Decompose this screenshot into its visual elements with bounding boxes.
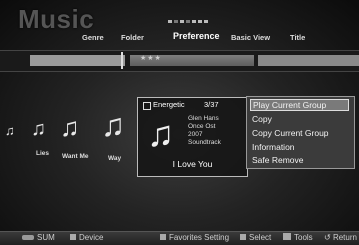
preference-segment[interactable]	[30, 55, 125, 66]
favorites-label: Favorites Setting	[169, 233, 230, 242]
card-song-title: I Love You	[172, 159, 213, 169]
card-year: 2007	[188, 131, 203, 138]
page-dot	[186, 20, 190, 23]
select-button[interactable]: Select	[240, 233, 271, 242]
device-button[interactable]: Device	[70, 233, 103, 242]
music-screen: Music Genre Folder Preference Basic View…	[0, 0, 359, 245]
menu-item-copy-current-group[interactable]: Copy Current Group	[250, 127, 349, 139]
rating-stars: ★★★	[140, 55, 162, 62]
device-icon	[70, 234, 76, 240]
page-dot	[168, 20, 172, 23]
card-count: 3/37	[204, 100, 219, 109]
menu-item-play-current-group[interactable]: Play Current Group	[250, 99, 349, 111]
device-label: Device	[79, 233, 104, 242]
menu-item-safe-remove[interactable]: Safe Remove	[250, 154, 349, 166]
tools-label: Tools	[294, 233, 313, 242]
favorites-setting-button[interactable]: Favorites Setting	[160, 233, 229, 242]
strip-marker	[121, 52, 123, 69]
menu-item-copy[interactable]: Copy	[250, 113, 349, 125]
album-label: Want Me	[62, 153, 89, 160]
album-label: Lies	[36, 150, 50, 157]
app-title: Music	[18, 4, 95, 34]
page-dot	[198, 20, 202, 23]
page-dot	[180, 20, 184, 23]
preference-segment[interactable]	[258, 55, 359, 66]
music-note-icon[interactable]: ♫	[101, 109, 125, 141]
return-button[interactable]: ↺ Return	[324, 233, 357, 242]
sum-icon	[22, 235, 34, 240]
menu-item-information[interactable]: Information	[250, 141, 349, 153]
tab-preference[interactable]: Preference	[173, 31, 220, 41]
tab-basic-view[interactable]: Basic View	[231, 33, 270, 42]
card-artist: Glen Hans	[188, 115, 219, 122]
sum-label: SUM	[37, 233, 55, 242]
return-label: Return	[332, 233, 357, 242]
checkbox[interactable]	[143, 102, 151, 110]
context-menu: Play Current Group Copy Copy Current Gro…	[246, 96, 355, 169]
sum-button[interactable]: SUM	[22, 233, 55, 242]
page-dot	[174, 20, 178, 23]
page-indicator	[168, 20, 208, 23]
music-note-icon[interactable]: ♫	[5, 124, 15, 137]
album-label: Way	[108, 155, 122, 162]
bottom-bar: SUM Device Favorites Setting Select Tool…	[0, 231, 359, 245]
select-label: Select	[249, 233, 272, 242]
preference-strip[interactable]: ★★★	[0, 50, 359, 72]
tab-genre[interactable]: Genre	[82, 33, 104, 42]
card-album: Once Ost	[188, 123, 216, 130]
tab-title[interactable]: Title	[290, 33, 305, 42]
music-note-icon: ♫	[147, 113, 174, 154]
select-icon	[240, 234, 246, 240]
music-note-icon[interactable]: ♫	[31, 119, 46, 139]
tab-folder[interactable]: Folder	[121, 33, 144, 42]
music-note-icon[interactable]: ♫	[60, 114, 80, 140]
page-dot	[192, 20, 196, 23]
page-dot	[204, 20, 208, 23]
card-genre: Soundtrack	[188, 139, 221, 146]
favorites-icon	[160, 234, 166, 240]
tools-button[interactable]: Tools	[283, 233, 313, 242]
card-category: Energetic	[153, 100, 185, 109]
selected-song-card[interactable]: Energetic 3/37 ♫ Glen Hans Once Ost 2007…	[137, 97, 248, 177]
tools-icon	[283, 233, 291, 240]
return-icon: ↺	[324, 233, 331, 242]
